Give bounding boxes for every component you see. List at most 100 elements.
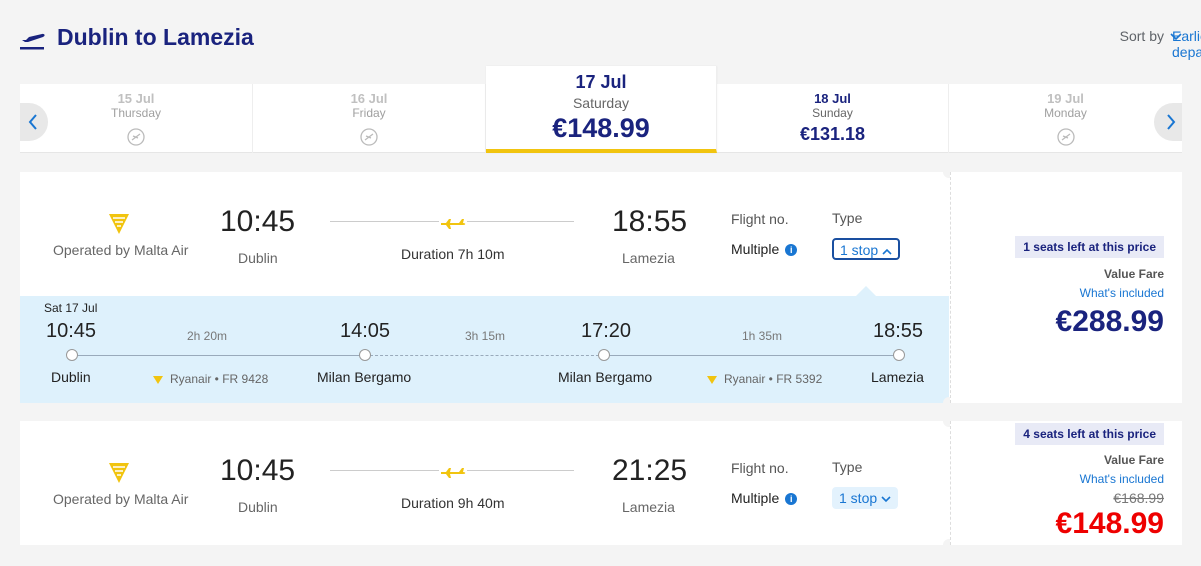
price-panel[interactable]: 1 seats left at this price Value Fare Wh… — [950, 172, 1182, 403]
operator-label: Operated by Malta Air — [53, 242, 189, 258]
info-icon[interactable]: i — [785, 493, 798, 506]
stop-node — [66, 349, 78, 361]
original-price: €168.99 — [1113, 490, 1164, 506]
flight-card[interactable]: Operated by Malta Air 10:45 Dublin Durat… — [20, 166, 1182, 409]
flight-no-text: Multiple — [731, 241, 780, 257]
sort-label: Sort by — [1119, 28, 1164, 44]
stops-toggle-button[interactable]: 1 stop — [832, 487, 899, 509]
flight-price: €148.99 — [1055, 507, 1164, 540]
flight-summary: Operated by Malta Air 10:45 Dublin Durat… — [20, 421, 949, 545]
duration-label: Duration 9h 40m — [401, 495, 505, 511]
flight-price: €288.99 — [1055, 305, 1164, 338]
depart-city: Dublin — [238, 250, 278, 266]
date-label: 16 Jul — [350, 91, 388, 106]
sort-value[interactable]: Earliest departure — [1172, 28, 1201, 60]
leg-operator-text: Ryanair • FR 5392 — [724, 372, 823, 386]
flight-no-value: Multiple i — [731, 241, 798, 257]
weekday-label: Thursday — [110, 106, 162, 120]
seats-left-badge: 1 seats left at this price — [1015, 236, 1164, 258]
date-price: €131.18 — [799, 124, 866, 144]
leg-time: 18:55 — [873, 320, 924, 342]
fare-type: Value Fare — [1103, 267, 1164, 281]
stops-toggle-button[interactable]: 1 stop — [832, 238, 901, 260]
no-flights-icon — [1056, 128, 1075, 146]
flight-no-text: Multiple — [731, 490, 780, 506]
detail-date: Sat 17 Jul — [44, 301, 98, 315]
results-header: Dublin to Lamezia Sort by Earliest depart… — [20, 22, 1201, 60]
date-label: 19 Jul — [1047, 91, 1084, 106]
arrive-city: Lamezia — [622, 250, 675, 266]
flight-details-panel: Sat 17 Jul 10:45 2h 20m 14:05 3h 15m 17:… — [20, 296, 949, 403]
leg-line — [608, 355, 899, 356]
date-carousel: 15 Jul Thursday 16 Jul Friday 18 Jul Sun… — [20, 66, 1182, 153]
stop-node — [598, 349, 610, 361]
date-label: 18 Jul — [814, 91, 851, 106]
duration-label: Duration 7h 10m — [401, 246, 505, 262]
sort-control[interactable]: Sort by Earliest departure — [1119, 28, 1201, 60]
date-label: 15 Jul — [117, 91, 155, 106]
chevron-left-icon — [28, 114, 37, 130]
depart-time: 10:45 — [220, 205, 296, 238]
plane-departure-icon — [20, 33, 45, 50]
chevron-down-icon — [881, 496, 891, 503]
date-price: €148.99 — [552, 113, 650, 143]
weekday-label: Monday — [1044, 106, 1087, 120]
leg-line — [77, 355, 367, 356]
operator-label: Operated by Malta Air — [53, 491, 189, 507]
chevron-up-icon — [882, 248, 892, 255]
type-label: Type — [832, 210, 863, 226]
plane-icon — [439, 463, 467, 479]
type-label: Type — [832, 459, 863, 475]
depart-city: Dublin — [238, 499, 278, 515]
leg-city: Dublin — [51, 369, 91, 385]
date-tab-15-jul[interactable]: 15 Jul Thursday — [20, 84, 253, 153]
ryanair-harp-icon — [707, 375, 717, 384]
depart-time: 10:45 — [220, 454, 296, 487]
price-panel[interactable]: 4 seats left at this price Value Fare Wh… — [950, 421, 1182, 545]
flight-no-value: Multiple i — [731, 490, 798, 506]
date-tab-16-jul[interactable]: 16 Jul Friday — [253, 84, 486, 153]
leg-operator-text: Ryanair • FR 9428 — [170, 372, 269, 386]
leg-city: Milan Bergamo — [317, 369, 412, 385]
leg-time: 14:05 — [340, 320, 391, 342]
ryanair-harp-icon — [153, 375, 163, 384]
ryanair-harp-icon — [109, 463, 129, 483]
leg-time: 17:20 — [581, 320, 632, 342]
arrive-time: 18:55 — [612, 205, 688, 238]
flight-summary: Operated by Malta Air 10:45 Dublin Durat… — [20, 172, 949, 403]
arrive-time: 21:25 — [612, 454, 688, 487]
leg-operator: Ryanair • FR 5392 — [706, 372, 822, 386]
whats-included-link[interactable]: What's included — [1080, 472, 1164, 486]
date-label: 17 Jul — [575, 72, 627, 92]
segment-duration: 2h 20m — [187, 329, 228, 343]
leg-operator: Ryanair • FR 9428 — [152, 372, 268, 386]
date-tab-17-jul-selected[interactable]: 17 Jul Saturday €148.99 — [486, 66, 717, 153]
leg-time: 10:45 — [46, 320, 97, 342]
plane-icon — [439, 214, 467, 230]
weekday-label: Saturday — [572, 95, 630, 111]
flight-no-label: Flight no. — [731, 211, 789, 227]
info-icon[interactable]: i — [785, 244, 798, 257]
weekday-label: Sunday — [812, 106, 853, 120]
no-flights-icon — [127, 128, 145, 146]
no-flights-icon — [360, 128, 378, 146]
chevron-right-icon — [1167, 114, 1176, 130]
date-tab-18-jul[interactable]: 18 Jul Sunday €131.18 — [717, 84, 949, 153]
fare-type: Value Fare — [1103, 453, 1164, 467]
ryanair-harp-icon — [109, 214, 129, 234]
stops-label: 1 stop — [839, 490, 878, 506]
page-title: Dublin to Lamezia — [57, 24, 254, 50]
flight-no-label: Flight no. — [731, 460, 789, 476]
arrive-city: Lamezia — [622, 499, 675, 515]
layover-duration: 3h 15m — [465, 329, 506, 343]
whats-included-link[interactable]: What's included — [1080, 286, 1164, 300]
seats-left-badge: 4 seats left at this price — [1015, 423, 1164, 445]
leg-city: Lamezia — [871, 369, 924, 385]
leg-city: Milan Bergamo — [558, 369, 653, 385]
stop-node — [893, 349, 905, 361]
layover-line — [370, 355, 604, 356]
date-tab-19-jul[interactable]: 19 Jul Monday — [949, 84, 1182, 153]
flight-card[interactable]: Operated by Malta Air 10:45 Dublin Durat… — [20, 415, 1182, 551]
segment-duration: 1h 35m — [742, 329, 783, 343]
details-pointer — [856, 286, 876, 296]
